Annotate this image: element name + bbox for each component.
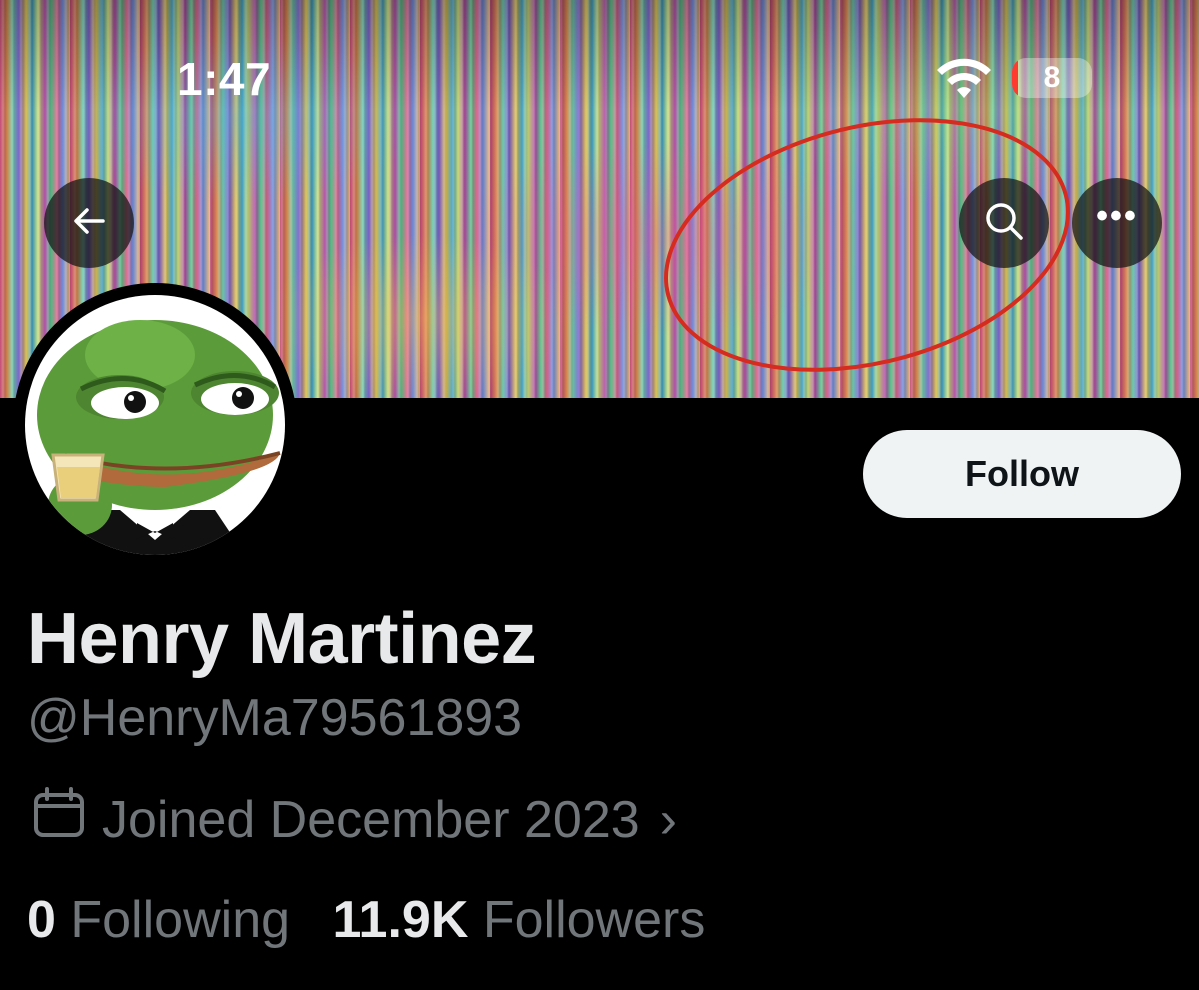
joined-date-text: Joined December 2023 xyxy=(102,791,640,849)
chevron-right-icon: › xyxy=(659,791,677,849)
more-options-button[interactable]: ••• xyxy=(1072,178,1162,268)
profile-handle: @HenryMa79561893 xyxy=(27,689,523,747)
arrow-left-icon xyxy=(69,201,109,246)
battery-indicator: 8 xyxy=(1012,58,1092,98)
calendar-icon xyxy=(30,785,88,856)
pepe-avatar-image xyxy=(25,295,285,555)
follow-counts: 0 Following 11.9K Followers xyxy=(27,890,705,950)
following-stat[interactable]: 0 Following xyxy=(27,890,290,950)
more-horizontal-icon: ••• xyxy=(1096,197,1138,235)
following-label: Following xyxy=(70,891,291,949)
follow-button[interactable]: Follow xyxy=(863,430,1181,518)
followers-label: Followers xyxy=(482,891,706,949)
following-count: 0 xyxy=(27,891,56,949)
back-button[interactable] xyxy=(44,178,134,268)
joined-date-row[interactable]: Joined December 2023 › xyxy=(30,786,677,852)
wifi-icon xyxy=(933,58,995,100)
followers-count: 11.9K xyxy=(332,891,469,949)
search-button[interactable] xyxy=(959,178,1049,268)
status-time: 1:47 xyxy=(177,53,272,105)
profile-name: Henry Martinez xyxy=(27,599,537,679)
search-icon xyxy=(982,199,1026,248)
followers-stat[interactable]: 11.9K Followers xyxy=(332,890,705,950)
avatar[interactable] xyxy=(13,283,297,567)
battery-percentage: 8 xyxy=(1043,61,1061,94)
